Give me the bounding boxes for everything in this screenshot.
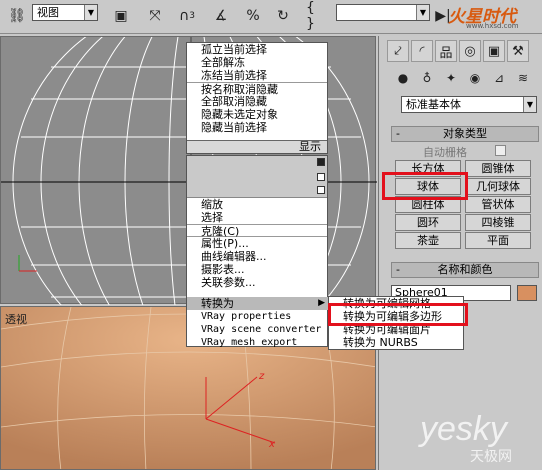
menu-item-hide-unselected[interactable]: 隐藏未选定对象 (187, 108, 327, 121)
svg-text:x: x (268, 439, 275, 450)
quad-transform-header (187, 156, 327, 198)
spinner-snap-icon[interactable]: ∡ (210, 5, 232, 27)
cone-button[interactable]: 圆锥体 (465, 160, 531, 177)
convert-to-label: 转换为 (201, 297, 234, 310)
tab-motion[interactable]: ◎ (459, 40, 481, 62)
editable-poly-highlight-box (328, 303, 468, 326)
cameras-icon[interactable]: ◉ (465, 68, 485, 88)
snap-toggle-icon[interactable]: ↻ (272, 5, 294, 27)
chevron-down-icon: ▼ (84, 5, 97, 20)
lights-icon[interactable]: ✦ (441, 68, 461, 88)
display-icon: ▣ (487, 43, 501, 59)
quad-menu-display: 孤立当前选择 全部解冻 冻结当前选择 按名称取消隐藏 全部取消隐藏 隐藏未选定对… (186, 42, 328, 154)
percent-snap-icon[interactable]: % (242, 5, 264, 27)
autogrid-checkbox[interactable] (495, 145, 506, 156)
object-color-swatch[interactable] (517, 285, 537, 301)
command-panel: ⤦ ◜ 品 ◎ ▣ ⚒ ● ♁ ✦ ◉ ⊿ ≋ 标准基本体 ▼ - 对象类型 自… (378, 36, 542, 470)
checkbox-icon (317, 173, 325, 181)
tab-modify[interactable]: ◜ (411, 40, 433, 62)
axis-gizmo-icon (18, 255, 37, 272)
motion-icon: ◎ (464, 43, 476, 59)
teapot-button[interactable]: 茶壶 (395, 232, 461, 249)
object-type-rollout-header[interactable]: - 对象类型 (391, 126, 539, 142)
torus-button[interactable]: 圆环 (395, 214, 461, 231)
category-dropdown[interactable]: 标准基本体 ▼ (401, 96, 537, 113)
menu-item-vray-mesh-export[interactable]: VRay mesh export (187, 336, 327, 349)
rollout-title: 名称和颜色 (437, 263, 493, 276)
menu-item-isolate[interactable]: 孤立当前选择 (187, 43, 327, 56)
hierarchy-icon: 品 (439, 45, 453, 61)
menu-item-convert-to[interactable]: 转换为 ▶ (187, 297, 329, 310)
menu-item-hide-selection[interactable]: 隐藏当前选择 (187, 121, 327, 134)
menu-item-freeze-selection[interactable]: 冻结当前选择 (187, 69, 327, 82)
angle-snap-icon[interactable]: ∩ 3 (176, 5, 198, 27)
snap-count: 3 (189, 11, 195, 21)
tab-create[interactable]: ⤦ (387, 40, 409, 62)
spacewarps-icon[interactable]: ≋ (513, 68, 533, 88)
chevron-down-icon: ▼ (523, 97, 536, 112)
collapse-icon: - (396, 127, 400, 140)
watermark-logo: yesky (420, 410, 507, 448)
viewport-label[interactable]: 透视 (5, 311, 27, 327)
sphere-highlight-box (382, 172, 468, 200)
autogrid-label: 自动栅格 (423, 146, 467, 159)
pyramid-button[interactable]: 四棱锥 (465, 214, 531, 231)
checkbox-icon (317, 186, 325, 194)
tab-hierarchy[interactable]: 品 (435, 40, 457, 62)
menu-item-unfreeze-all[interactable]: 全部解冻 (187, 56, 327, 69)
helpers-icon[interactable]: ⊿ (489, 68, 509, 88)
menu-item-vray-properties[interactable]: VRay properties (187, 310, 327, 323)
reference-coord-dropdown[interactable]: 视图 ▼ (32, 4, 98, 21)
svg-text:z: z (258, 371, 265, 382)
reference-coord-value: 视图 (37, 6, 59, 19)
menu-item-dope-sheet[interactable]: 摄影表... (187, 263, 327, 276)
watermark-sub: 天极网 (470, 449, 512, 465)
utilities-icon: ⚒ (512, 43, 524, 59)
menu-item-nurbs[interactable]: 转换为 NURBS (329, 336, 463, 349)
category-value: 标准基本体 (406, 98, 461, 111)
menu-item-scale[interactable]: 缩放 (187, 198, 327, 211)
name-color-rollout-header[interactable]: - 名称和颜色 (391, 262, 539, 278)
brand-url: www.hxsd.com (466, 22, 519, 30)
menu-item-unhide-all[interactable]: 全部取消隐藏 (187, 95, 327, 108)
cursor-icon: ⤦ (394, 43, 402, 59)
plane-button[interactable]: 平面 (465, 232, 531, 249)
chevron-right-icon: ▶ (318, 298, 325, 308)
tab-utilities[interactable]: ⚒ (507, 40, 529, 62)
chevron-down-icon: ▼ (416, 5, 429, 20)
geosphere-button[interactable]: 几何球体 (465, 178, 531, 195)
menu-item-properties[interactable]: 属性(P)... (187, 237, 327, 250)
menu-item-wire-parameters[interactable]: 关联参数... (187, 276, 327, 289)
menu-item-curve-editor[interactable]: 曲线编辑器... (187, 250, 327, 263)
modify-icon: ◜ (419, 43, 425, 59)
select-object-icon[interactable]: ⤧ (144, 5, 166, 27)
geometry-icon[interactable]: ● (393, 68, 413, 88)
quad-display-header: 显示 (187, 140, 327, 153)
tab-display[interactable]: ▣ (483, 40, 505, 62)
menu-item-select[interactable]: 选择 (187, 211, 327, 224)
menu-item-unhide-by-name[interactable]: 按名称取消隐藏 (187, 82, 327, 96)
collapse-icon: - (396, 263, 400, 276)
rollout-title: 对象类型 (443, 127, 487, 140)
shapes-icon[interactable]: ♁ (417, 68, 437, 88)
edit-named-selections-icon[interactable]: { } (306, 0, 328, 32)
pivot-icon[interactable]: ▣ (110, 5, 132, 27)
checkbox-icon (317, 158, 325, 166)
tube-button[interactable]: 管状体 (465, 196, 531, 213)
link-icon[interactable]: ⛓ (6, 5, 28, 27)
menu-item-clone[interactable]: 克隆(C) (187, 224, 327, 238)
quad-menu-transform: 缩放 选择 克隆(C) 属性(P)... 曲线编辑器... 摄影表... 关联参… (186, 155, 329, 349)
named-selection-sets-dropdown[interactable]: ▼ (336, 4, 430, 21)
main-toolbar: ⛓ 视图 ▼ ▣ ⤧ ∩ 3 ∡ % ↻ { } ▼ ▶| 火星时代 www.hx… (0, 0, 542, 34)
menu-item-vray-scene-converter[interactable]: VRay scene converter (187, 323, 327, 336)
